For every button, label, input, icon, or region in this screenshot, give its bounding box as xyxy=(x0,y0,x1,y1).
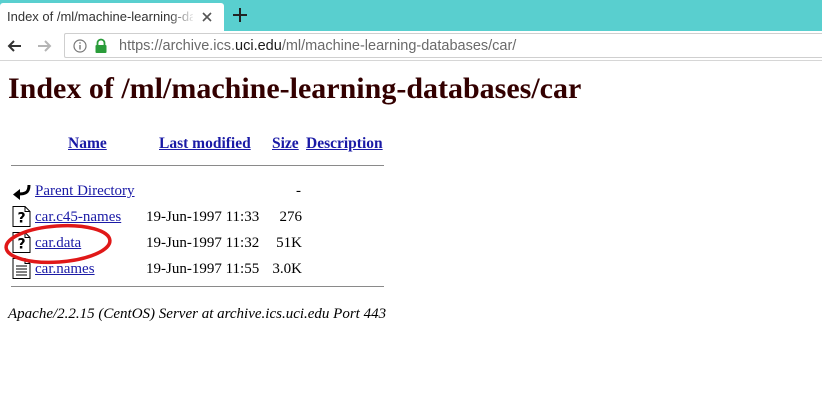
url-path: /ml/machine-learning-databases/car/ xyxy=(281,38,517,54)
server-signature: Apache/2.2.15 (CentOS) Server at archive… xyxy=(8,306,387,322)
column-header-last-modified[interactable]: Last modified xyxy=(159,135,251,153)
address-bar[interactable]: https://archive.ics.uci.edu/ml/machine-l… xyxy=(64,33,822,58)
file-size: 51K xyxy=(276,235,302,251)
page-title: Index of /ml/machine-learning-databases/… xyxy=(8,72,582,105)
url-host: uci.edu xyxy=(235,38,282,54)
parent-directory-link[interactable]: Parent Directory xyxy=(35,183,135,200)
parent-directory-size: - xyxy=(296,183,301,199)
browser-tab[interactable]: Index of /ml/machine-learning-databases/… xyxy=(0,3,224,31)
close-tab-icon[interactable] xyxy=(199,9,215,25)
url-text[interactable]: https://archive.ics.uci.edu/ml/machine-l… xyxy=(119,38,516,54)
back-folder-icon xyxy=(13,184,31,200)
footer-divider xyxy=(11,286,384,287)
header-divider xyxy=(11,165,384,166)
site-info-icon[interactable] xyxy=(73,39,87,53)
column-header-name[interactable]: Name xyxy=(68,135,107,153)
tab-title-fade xyxy=(168,3,196,31)
navigation-toolbar: https://archive.ics.uci.edu/ml/machine-l… xyxy=(0,31,822,61)
highlight-ellipse xyxy=(4,223,112,265)
url-prefix: https://archive.ics. xyxy=(119,38,236,54)
lock-icon[interactable] xyxy=(94,38,108,54)
column-header-size[interactable]: Size xyxy=(272,135,299,153)
back-arrow-icon[interactable] xyxy=(6,37,24,55)
column-header-description[interactable]: Description xyxy=(306,135,383,153)
tab-title: Index of /ml/machine-learning-databases/… xyxy=(7,9,193,24)
forward-arrow-icon[interactable] xyxy=(35,37,53,55)
tab-strip: Index of /ml/machine-learning-databases/… xyxy=(0,0,822,31)
file-modified: 19-Jun-1997 11:55 xyxy=(146,261,260,277)
file-size: 3.0K xyxy=(272,261,302,277)
new-tab-plus-icon[interactable] xyxy=(230,5,250,25)
file-modified: 19-Jun-1997 11:32 xyxy=(146,235,260,251)
file-modified: 19-Jun-1997 11:33 xyxy=(146,209,260,225)
file-size: 276 xyxy=(279,209,303,225)
